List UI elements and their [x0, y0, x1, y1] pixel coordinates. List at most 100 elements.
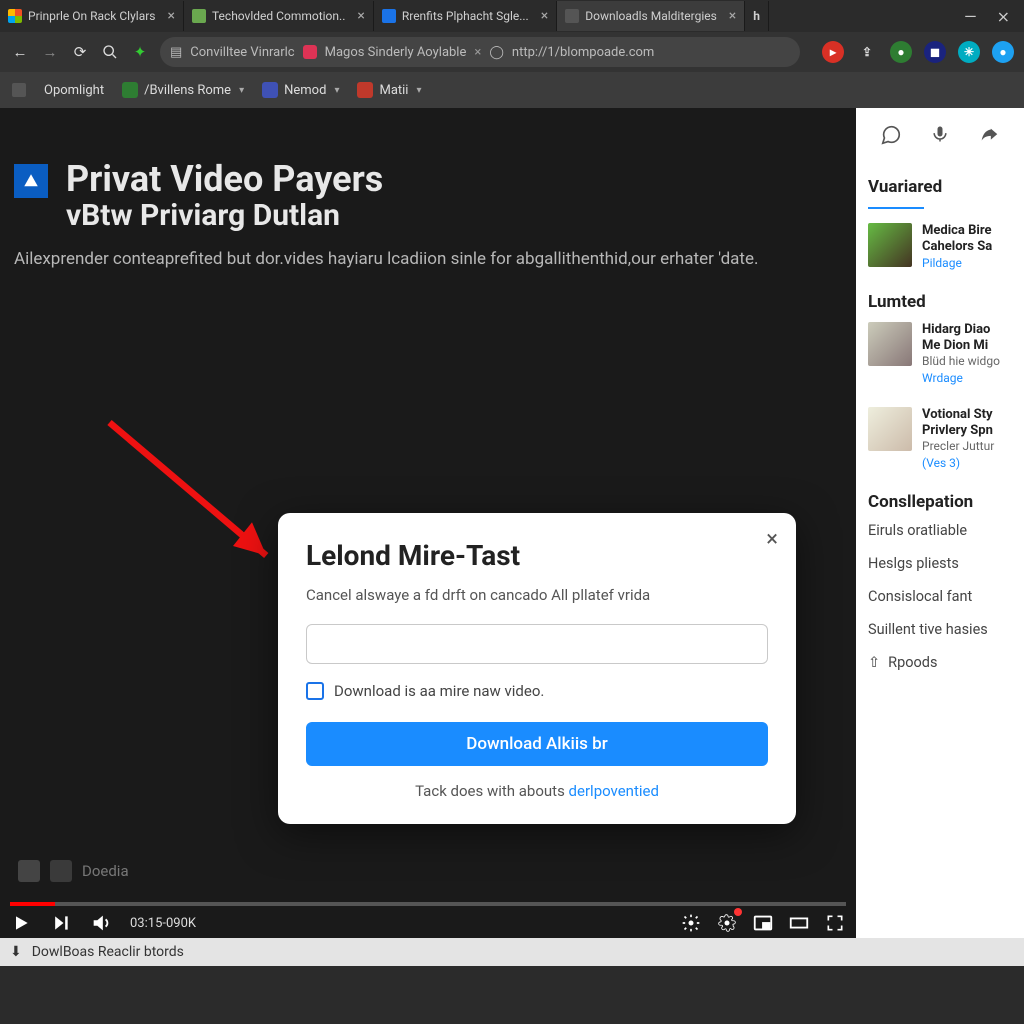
- checkbox[interactable]: [306, 682, 324, 700]
- download-dialog: × Lelond Mire-Tast Cancel alswaye a fd d…: [278, 513, 796, 824]
- list-item[interactable]: Suillent tive hasies: [868, 621, 1012, 638]
- upload-icon: ⇧: [868, 654, 880, 671]
- browser-tab[interactable]: Prinprle On Rack Clylars ×: [0, 1, 184, 31]
- card-title: Cahelors Sa: [922, 239, 992, 255]
- chevron-down-icon: ▾: [334, 85, 339, 96]
- card-sub: Blüd hie widgo: [922, 354, 1000, 368]
- address-bar[interactable]: ▤ Convilltee Vinrarlc Magos Sinderly Aoy…: [160, 37, 800, 67]
- sidebar-heading: Lumted: [868, 292, 1012, 312]
- chevron-down-icon: ▾: [416, 85, 421, 96]
- extension-icon[interactable]: ●: [890, 41, 912, 63]
- close-icon[interactable]: ×: [541, 8, 548, 24]
- extension-icon[interactable]: ✳: [958, 41, 980, 63]
- watermark-icon: [18, 860, 40, 882]
- apps-icon[interactable]: [12, 83, 26, 97]
- omnibox-segment: Magos Sinderly Aoylable: [325, 45, 467, 60]
- reload-icon[interactable]: ⟳: [70, 42, 90, 62]
- browser-tab[interactable]: Rrenfits Plphacht Sgle... ×: [374, 1, 557, 31]
- card-title: Hidarg Diao: [922, 322, 1000, 338]
- browser-tab-active[interactable]: Downloadls Malditergies ×: [557, 1, 745, 31]
- browser-tab[interactable]: Techovlded Commotion.. ×: [184, 1, 374, 31]
- card-sub: (Ves 3): [922, 456, 960, 470]
- minimize-icon[interactable]: ―: [964, 7, 977, 26]
- forward-icon[interactable]: →: [40, 42, 60, 62]
- time-display: 03:15-090K: [130, 916, 196, 931]
- bookmark-item[interactable]: Nemod ▾: [262, 82, 339, 98]
- quality-icon[interactable]: [716, 912, 738, 934]
- extension-icon[interactable]: ▸: [822, 41, 844, 63]
- card-sub: Wrdage: [922, 371, 963, 385]
- next-icon[interactable]: [50, 912, 72, 934]
- close-window-icon[interactable]: ⨯: [997, 7, 1010, 26]
- vpn-icon[interactable]: ✦: [130, 42, 150, 62]
- back-icon[interactable]: ←: [10, 42, 30, 62]
- watermark: Doedia: [18, 860, 129, 882]
- heading-underline: [868, 207, 924, 209]
- sidebar-card[interactable]: Votional Sty Privlery Spn Precler Juttur…: [868, 407, 1012, 472]
- card-title: Medica Bire: [922, 223, 992, 239]
- card-sub: Precler Juttur: [922, 439, 994, 453]
- site-info-icon[interactable]: ▤: [170, 45, 182, 60]
- thumbnail: [868, 407, 912, 451]
- share-icon[interactable]: [978, 124, 1000, 151]
- card-sub: Pildage: [922, 256, 962, 270]
- thumbnail: [868, 223, 912, 267]
- close-icon[interactable]: ×: [167, 8, 174, 24]
- close-icon[interactable]: ×: [357, 8, 364, 24]
- bookmark-item[interactable]: /Bvillens Rome ▾: [122, 82, 244, 98]
- sidebar-heading: Vuariared: [868, 177, 1012, 197]
- mic-icon[interactable]: [930, 124, 950, 151]
- fullscreen-icon[interactable]: [824, 912, 846, 934]
- volume-icon[interactable]: [90, 912, 112, 934]
- search-icon[interactable]: [100, 42, 120, 62]
- miniplayer-icon[interactable]: [752, 912, 774, 934]
- chevron-down-icon: ▾: [239, 85, 244, 96]
- sidebar-card[interactable]: Hidarg Diao Me Dion Mi Blüd hie widgo Wr…: [868, 322, 1012, 387]
- nav-toolbar: ← → ⟳ ✦ ▤ Convilltee Vinrarlc Magos Sind…: [0, 32, 1024, 72]
- extension-icon[interactable]: ●: [992, 41, 1014, 63]
- favicon-icon: [122, 82, 138, 98]
- annotation-arrow-icon: [100, 413, 290, 603]
- sidebar-card[interactable]: Medica Bire Cahelors Sa Pildage: [868, 223, 1012, 272]
- dialog-input[interactable]: [306, 624, 768, 664]
- page-subtitle: vBtw Priviarg Dutlan: [66, 198, 383, 233]
- favicon-icon: [192, 9, 206, 23]
- page-title: Privat Video Payers: [66, 158, 383, 200]
- status-bar: ⬇ DowlBoas Reaclir btords: [0, 938, 1024, 966]
- video-player-bar: Doedia 03:15-090K: [0, 860, 856, 938]
- extension-icon[interactable]: ◼: [924, 41, 946, 63]
- globe-icon: ◯: [489, 45, 504, 60]
- favicon-icon: [8, 9, 22, 23]
- browser-tab-overflow[interactable]: h: [745, 1, 769, 31]
- share-icon[interactable]: ⇪: [856, 41, 878, 63]
- bookmark-item[interactable]: Matii ▾: [357, 82, 421, 98]
- tab-title: Techovlded Commotion..: [212, 9, 345, 23]
- comment-icon[interactable]: [880, 124, 902, 151]
- theater-icon[interactable]: [788, 912, 810, 934]
- close-icon[interactable]: ×: [729, 8, 736, 24]
- checkbox-label: Download is aa mire naw video.: [334, 682, 544, 700]
- bookmarks-bar: Opomlight /Bvillens Rome ▾ Nemod ▾ Matii…: [0, 72, 1024, 108]
- list-item[interactable]: Consislocal fant: [868, 588, 1012, 605]
- extensions: ▸ ⇪ ● ◼ ✳ ●: [822, 41, 1014, 63]
- card-title: Privlery Spn: [922, 423, 994, 439]
- dialog-body: Cancel alswaye a fd drft on cancado All …: [306, 586, 768, 604]
- clear-segment-icon[interactable]: ×: [474, 45, 481, 60]
- play-icon[interactable]: [10, 912, 32, 934]
- sidebar-footer-item[interactable]: ⇧ Rpoods: [868, 654, 1012, 671]
- dialog-footer-link[interactable]: derlpoventied: [569, 782, 659, 800]
- progress-bar[interactable]: [10, 902, 846, 906]
- download-indicator-icon[interactable]: ⬇: [10, 944, 22, 960]
- page-content: Privat Video Payers vBtw Priviarg Dutlan…: [0, 108, 1024, 938]
- settings-icon[interactable]: [680, 912, 702, 934]
- tab-strip: Prinprle On Rack Clylars × Techovlded Co…: [0, 0, 1024, 32]
- sidebar: Vuariared Medica Bire Cahelors Sa Pildag…: [856, 108, 1024, 938]
- list-item[interactable]: Eiruls oratliable: [868, 522, 1012, 539]
- download-button[interactable]: Download Alkiis br: [306, 722, 768, 766]
- list-item[interactable]: Heslgs pliests: [868, 555, 1012, 572]
- status-text: DowlBoas Reaclir btords: [32, 944, 184, 960]
- favicon-icon: [357, 82, 373, 98]
- dialog-footer: Tack does with abouts derlpoventied: [306, 782, 768, 800]
- bookmark-item[interactable]: Opomlight: [44, 83, 104, 98]
- close-icon[interactable]: ×: [766, 527, 778, 552]
